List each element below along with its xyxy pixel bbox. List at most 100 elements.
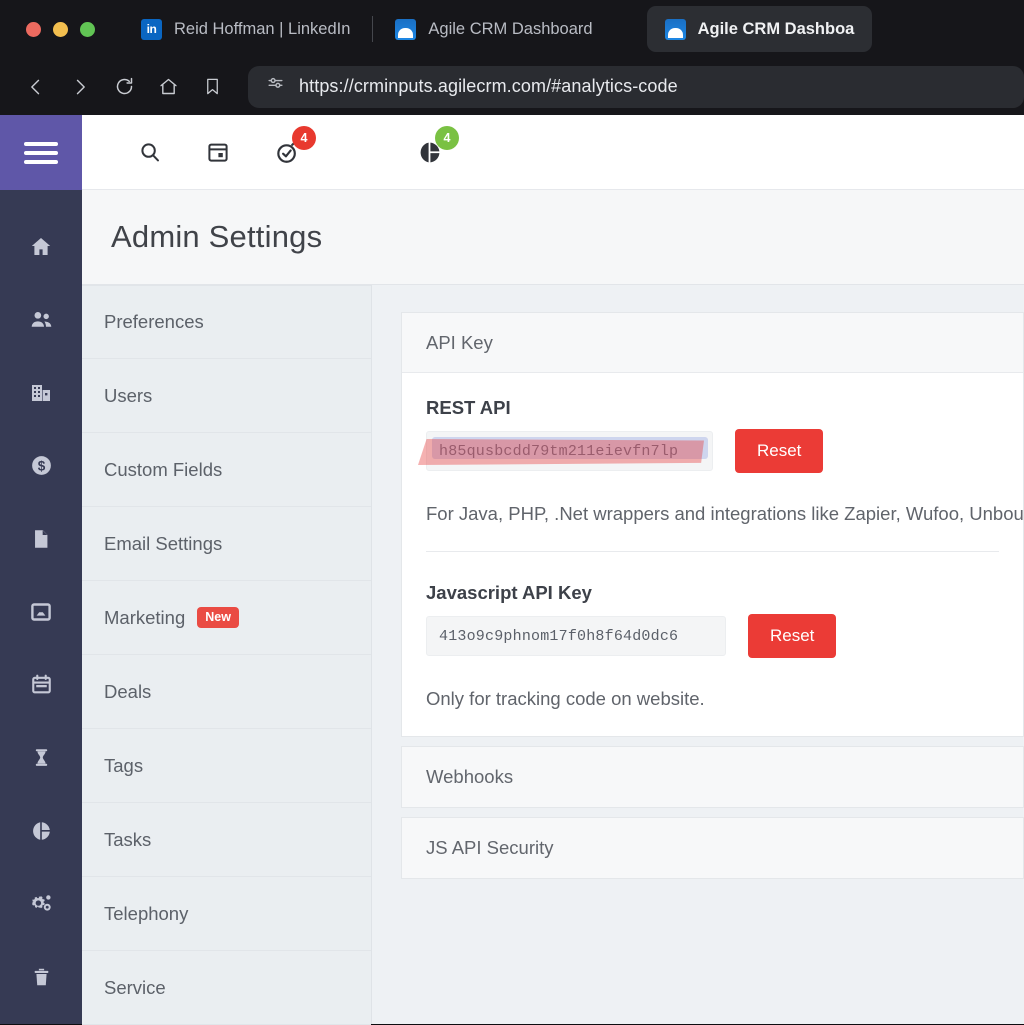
- sidebar-item-companies[interactable]: [0, 356, 82, 429]
- settings-nav-item-preferences[interactable]: Preferences: [82, 285, 371, 359]
- bookmark-icon[interactable]: [190, 65, 234, 109]
- new-badge: New: [197, 607, 239, 628]
- calendar-icon: [31, 674, 51, 694]
- svg-text:$: $: [37, 459, 45, 474]
- inbox-icon: [31, 602, 51, 621]
- window-traffic-lights: [0, 21, 95, 37]
- settings-nav-label: Marketing: [104, 606, 186, 628]
- panel-js-api-security: JS API Security: [401, 817, 1024, 879]
- pie-chart-icon: [33, 821, 50, 840]
- javascript-api-key-input[interactable]: 413o9c9phnom17f0h8f64d0dc6: [426, 616, 726, 656]
- settings-nav-label: Custom Fields: [104, 458, 223, 480]
- calendar-icon[interactable]: [206, 140, 230, 164]
- maximize-window-button[interactable]: [80, 21, 95, 37]
- sidebar-item-trash[interactable]: [0, 940, 82, 1013]
- linkedin-icon: in: [141, 18, 162, 40]
- settings-body: Preferences Users Custom Fields Email Se…: [82, 285, 1024, 1025]
- settings-nav-item-tasks[interactable]: Tasks: [82, 803, 371, 877]
- url-text: https://crminputs.agilecrm.com/#analytic…: [299, 76, 678, 96]
- sidebar-item-home[interactable]: [0, 210, 82, 283]
- settings-nav-label: Users: [104, 384, 153, 406]
- rail-item-list: $: [0, 190, 82, 1013]
- sidebar-item-settings[interactable]: [0, 867, 82, 940]
- site-settings-icon[interactable]: [266, 75, 285, 99]
- panel-title: Webhooks: [426, 766, 514, 787]
- panel-title: JS API Security: [426, 837, 554, 858]
- hamburger-menu-icon[interactable]: [0, 115, 82, 190]
- sidebar-item-calendar[interactable]: [0, 648, 82, 721]
- browser-url-bar[interactable]: https://crminputs.agilecrm.com/#analytic…: [248, 65, 1024, 108]
- browser-tabstrip: in Reid Hoffman | LinkedIn Agile CRM Das…: [0, 0, 1024, 58]
- settings-nav-label: Tags: [104, 754, 144, 776]
- rest-api-key-input[interactable]: h85qusbcdd79tm211eievfn7lp: [426, 431, 713, 471]
- agile-cloud-icon: [395, 18, 417, 40]
- panel-header-js-api-security[interactable]: JS API Security: [402, 818, 1023, 878]
- timer-check-icon[interactable]: 4: [274, 126, 316, 165]
- panel-header-webhooks[interactable]: Webhooks: [402, 747, 1023, 807]
- reload-icon[interactable]: [102, 65, 146, 109]
- browser-tab-linkedin[interactable]: in Reid Hoffman | LinkedIn: [123, 6, 368, 52]
- tab-title: Reid Hoffman | LinkedIn: [174, 19, 351, 38]
- trash-icon: [34, 968, 48, 985]
- reset-rest-api-button[interactable]: Reset: [735, 429, 824, 473]
- status-badge: 4: [435, 125, 459, 150]
- sidebar-item-reports[interactable]: [0, 794, 82, 867]
- gears-settings-icon: [31, 895, 51, 911]
- settings-nav-label: Email Settings: [104, 532, 223, 554]
- settings-content: API Key REST API h85qusbcdd79tm211eievfn…: [372, 285, 1024, 1024]
- sidebar-item-deals[interactable]: $: [0, 429, 82, 502]
- settings-nav-item-email-settings[interactable]: Email Settings: [82, 507, 371, 581]
- home-icon: [31, 237, 51, 255]
- sidebar-item-inbox[interactable]: [0, 575, 82, 648]
- sidebar-item-campaigns[interactable]: [0, 721, 82, 794]
- hourglass-icon: [35, 749, 47, 766]
- minimize-window-button[interactable]: [53, 21, 68, 37]
- app-topbar: 4 4: [82, 115, 1024, 190]
- javascript-api-key-label: Javascript API Key: [426, 582, 592, 603]
- panel-body-api-key: REST API h85qusbcdd79tm211eievfn7lp Rese…: [402, 373, 1024, 736]
- javascript-api-row: 413o9c9phnom17f0h8f64d0dc6 Reset: [426, 614, 999, 658]
- page-title: Admin Settings: [111, 219, 323, 254]
- rest-api-key-wrapper: h85qusbcdd79tm211eievfn7lp: [418, 431, 713, 471]
- agile-cloud-icon: [664, 18, 686, 40]
- settings-nav-item-deals[interactable]: Deals: [82, 655, 371, 729]
- browser-chrome: in Reid Hoffman | LinkedIn Agile CRM Das…: [0, 0, 1024, 115]
- browser-tab-agile-1[interactable]: Agile CRM Dashboard: [377, 6, 610, 52]
- panel-title: API Key: [426, 331, 493, 353]
- page-header: Admin Settings: [82, 190, 1024, 285]
- settings-nav-item-service[interactable]: Service: [82, 951, 371, 1025]
- settings-nav-label: Deals: [104, 680, 152, 702]
- settings-nav-item-tags[interactable]: Tags: [82, 729, 371, 803]
- settings-nav-item-telephony[interactable]: Telephony: [82, 877, 371, 951]
- javascript-api-hint: Only for tracking code on website.: [426, 688, 705, 709]
- rest-api-hint: For Java, PHP, .Net wrappers and integra…: [426, 503, 1024, 524]
- settings-nav: Preferences Users Custom Fields Email Se…: [82, 285, 372, 1025]
- panel-header-api-key[interactable]: API Key: [402, 313, 1023, 373]
- browser-navbar: https://crminputs.agilecrm.com/#analytic…: [0, 58, 1024, 115]
- reset-javascript-api-button[interactable]: Reset: [748, 614, 837, 658]
- back-arrow-icon[interactable]: [14, 65, 58, 109]
- settings-nav-label: Tasks: [104, 828, 152, 850]
- home-icon[interactable]: [146, 65, 190, 109]
- settings-nav-label: Telephony: [104, 902, 189, 924]
- panel-api-key: API Key REST API h85qusbcdd79tm211eievfn…: [401, 312, 1024, 737]
- settings-nav-item-marketing[interactable]: Marketing New: [82, 581, 371, 655]
- company-building-icon: [32, 384, 50, 401]
- rest-api-label: REST API: [426, 397, 511, 418]
- browser-tab-agile-2-active[interactable]: Agile CRM Dashboa: [646, 6, 873, 52]
- search-icon[interactable]: [138, 140, 162, 164]
- forward-arrow-icon[interactable]: [58, 65, 102, 109]
- settings-nav-item-users[interactable]: Users: [82, 359, 371, 433]
- pie-chart-icon[interactable]: 4: [416, 125, 459, 166]
- tab-separator: [372, 16, 374, 42]
- sidebar-item-documents[interactable]: [0, 502, 82, 575]
- settings-nav-label: Service: [104, 976, 166, 998]
- settings-nav-item-custom-fields[interactable]: Custom Fields: [82, 433, 371, 507]
- sidebar-item-contacts[interactable]: [0, 283, 82, 356]
- hamburger-lines: [24, 137, 58, 169]
- contacts-people-icon: [31, 312, 51, 327]
- agile-crm-app: $ 4 4 Admin Settings Preferences Users C…: [0, 115, 1024, 1025]
- close-window-button[interactable]: [26, 21, 41, 37]
- panel-webhooks: Webhooks: [401, 746, 1024, 808]
- document-icon: [35, 529, 48, 548]
